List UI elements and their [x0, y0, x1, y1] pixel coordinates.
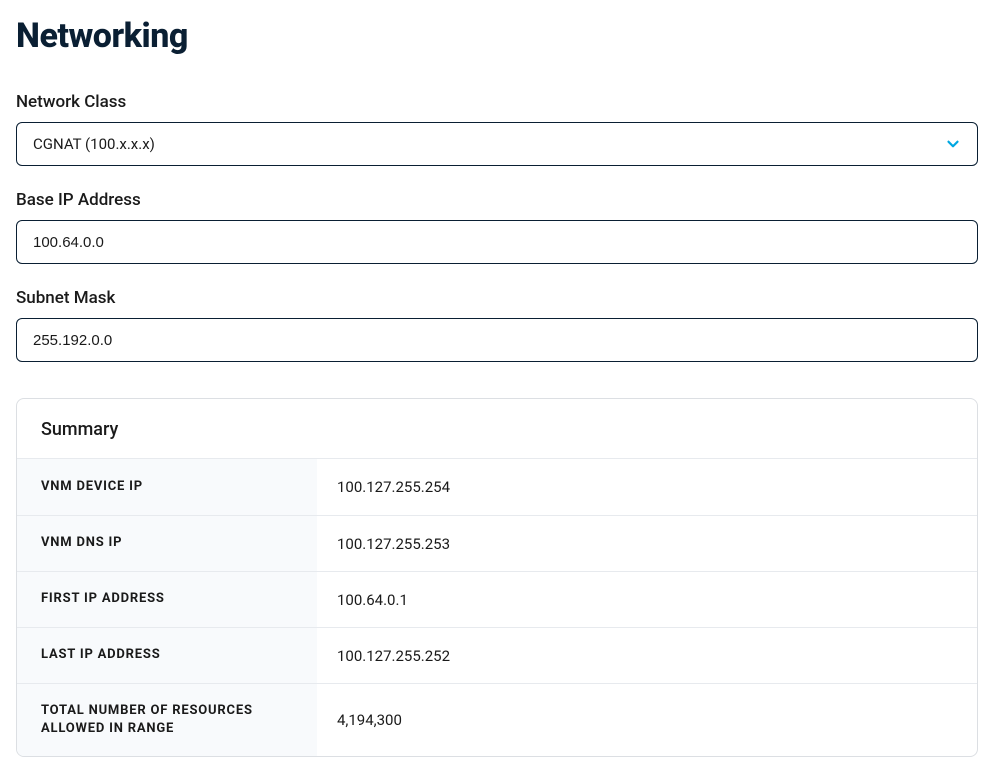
- base-ip-group: Base IP Address: [16, 190, 978, 264]
- summary-key: VNM DEVICE IP: [17, 459, 317, 515]
- network-class-select[interactable]: CGNAT (100.x.x.x): [16, 122, 978, 166]
- subnet-mask-input[interactable]: [16, 318, 978, 362]
- base-ip-input[interactable]: [16, 220, 978, 264]
- summary-row: VNM DEVICE IP 100.127.255.254: [17, 459, 977, 515]
- page-title: Networking: [16, 16, 978, 56]
- summary-key: TOTAL NUMBER OF RESOURCES ALLOWED IN RAN…: [17, 684, 317, 756]
- summary-value: 4,194,300: [317, 693, 422, 747]
- summary-row: TOTAL NUMBER OF RESOURCES ALLOWED IN RAN…: [17, 683, 977, 756]
- summary-value: 100.64.0.1: [317, 573, 428, 627]
- summary-row: LAST IP ADDRESS 100.127.255.252: [17, 627, 977, 683]
- summary-row: FIRST IP ADDRESS 100.64.0.1: [17, 571, 977, 627]
- summary-key: LAST IP ADDRESS: [17, 628, 317, 683]
- summary-card: Summary VNM DEVICE IP 100.127.255.254 VN…: [16, 398, 978, 757]
- subnet-mask-label: Subnet Mask: [16, 288, 978, 308]
- summary-header: Summary: [17, 399, 977, 459]
- summary-key: FIRST IP ADDRESS: [17, 572, 317, 627]
- summary-row: VNM DNS IP 100.127.255.253: [17, 515, 977, 571]
- base-ip-label: Base IP Address: [16, 190, 978, 210]
- network-class-label: Network Class: [16, 92, 978, 112]
- summary-value: 100.127.255.254: [317, 460, 470, 514]
- summary-body: VNM DEVICE IP 100.127.255.254 VNM DNS IP…: [17, 459, 977, 756]
- network-class-select-wrapper: CGNAT (100.x.x.x): [16, 122, 978, 166]
- summary-value: 100.127.255.253: [317, 517, 470, 571]
- network-class-group: Network Class CGNAT (100.x.x.x): [16, 92, 978, 166]
- summary-value: 100.127.255.252: [317, 629, 470, 683]
- subnet-mask-group: Subnet Mask: [16, 288, 978, 362]
- summary-key: VNM DNS IP: [17, 516, 317, 571]
